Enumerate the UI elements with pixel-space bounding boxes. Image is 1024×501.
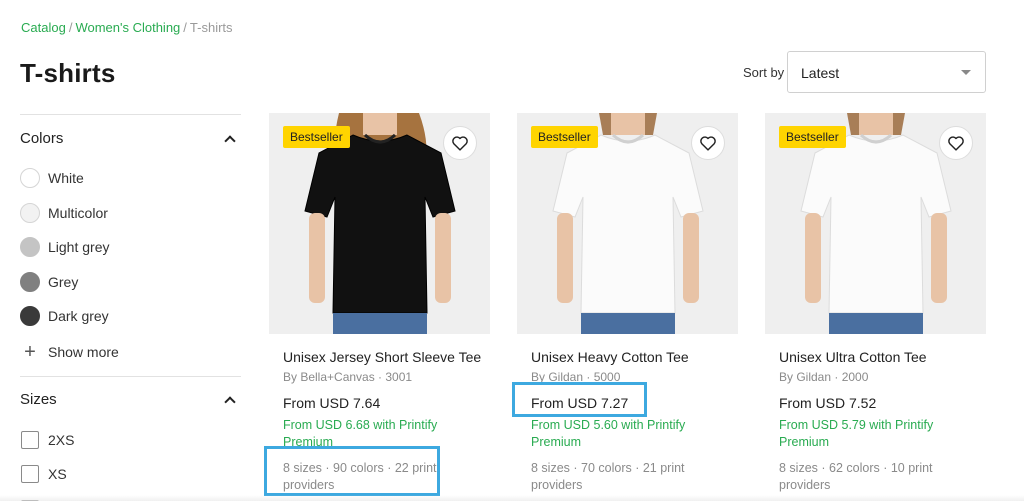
sort-select[interactable]: Latest — [787, 51, 986, 93]
product-meta: 8 sizes · 70 colors · 21 print providers — [531, 461, 685, 492]
show-more-label: Show more — [48, 343, 119, 360]
color-option-label: Grey — [48, 273, 79, 290]
sizes-filter-title: Sizes — [20, 391, 57, 408]
color-option-label: White — [48, 170, 84, 187]
breadcrumb-separator: / — [68, 20, 73, 35]
breadcrumb-link-catalog[interactable]: Catalog — [21, 20, 66, 35]
product-image[interactable]: Bestseller — [517, 113, 738, 334]
product-card[interactable]: Bestseller Unisex Jersey Short Sleeve Te… — [269, 113, 490, 494]
bestseller-badge: Bestseller — [779, 126, 846, 148]
size-option-label: 2XS — [48, 431, 75, 448]
size-checkbox[interactable] — [21, 465, 39, 484]
size-option-2xs[interactable]: 2XS — [20, 423, 241, 458]
product-meta: 8 sizes · 90 colors · 22 print providers — [283, 461, 437, 492]
bottom-fade — [0, 495, 1024, 501]
product-price: From USD 7.52 — [779, 395, 877, 411]
colors-filter-header[interactable]: Colors — [20, 115, 241, 161]
product-premium-price: From USD 5.79 with Printify Premium — [779, 418, 934, 449]
color-swatch[interactable] — [20, 271, 40, 292]
color-swatch[interactable] — [20, 168, 40, 189]
favorite-button[interactable] — [939, 126, 973, 160]
filters-sidebar: Colors White Multicolor Light grey Grey Dark… — [20, 114, 241, 501]
color-swatch[interactable] — [20, 237, 40, 258]
product-premium-price: From USD 5.60 with Printify Premium — [531, 418, 686, 449]
color-option-label: Dark grey — [48, 308, 109, 325]
product-price: From USD 7.27 — [531, 395, 629, 411]
product-price: From USD 7.64 — [283, 395, 381, 411]
color-option-label: Multicolor — [48, 204, 108, 221]
colors-filter-title: Colors — [20, 129, 64, 147]
sizes-filter-header[interactable]: Sizes — [20, 377, 241, 423]
color-option-light-grey[interactable]: Light grey — [20, 230, 241, 265]
size-option-label: XS — [48, 466, 67, 483]
size-checkbox[interactable] — [21, 430, 39, 449]
sort-label: Sort by — [743, 65, 785, 80]
product-name[interactable]: Unisex Jersey Short Sleeve Tee — [283, 349, 490, 365]
color-swatch[interactable] — [20, 202, 40, 223]
product-brand: By Gildan · 2000 — [779, 370, 869, 384]
color-option-white[interactable]: White — [20, 161, 241, 196]
breadcrumb-separator: / — [183, 20, 187, 35]
product-name[interactable]: Unisex Heavy Cotton Tee — [531, 349, 738, 365]
bestseller-badge: Bestseller — [283, 126, 350, 148]
breadcrumb: Catalog / Women's Clothing / T-shirts — [21, 20, 233, 35]
heart-icon — [452, 136, 468, 151]
color-option-label: Light grey — [48, 239, 110, 256]
product-premium-price: From USD 6.68 with Printify Premium — [283, 418, 438, 449]
breadcrumb-current: T-shirts — [189, 20, 233, 35]
chevron-up-icon[interactable] — [224, 134, 236, 147]
product-image[interactable]: Bestseller — [269, 113, 490, 334]
size-option-xs[interactable]: XS — [20, 457, 241, 492]
product-card[interactable]: Bestseller Unisex Heavy Cotton Tee By Gi… — [517, 113, 738, 494]
product-name[interactable]: Unisex Ultra Cotton Tee — [779, 349, 986, 365]
product-brand: By Bella+Canvas · 3001 — [283, 370, 413, 384]
color-option-dark-grey[interactable]: Dark grey — [20, 299, 241, 334]
caret-down-icon — [961, 70, 971, 75]
favorite-button[interactable] — [691, 126, 725, 160]
product-image[interactable]: Bestseller — [765, 113, 986, 334]
show-more-colors-button[interactable]: + Show more — [20, 334, 241, 370]
heart-icon — [700, 136, 716, 151]
product-brand: By Gildan · 5000 — [531, 370, 621, 384]
page-title: T-shirts — [20, 58, 116, 88]
color-options: White Multicolor Light grey Grey Dark grey — [20, 161, 241, 334]
plus-icon: + — [24, 340, 36, 363]
color-option-grey[interactable]: Grey — [20, 265, 241, 300]
heart-icon — [948, 136, 964, 151]
color-option-multicolor[interactable]: Multicolor — [20, 196, 241, 231]
breadcrumb-link-womens-clothing[interactable]: Women's Clothing — [75, 20, 180, 35]
product-card[interactable]: Bestseller Unisex Ultra Cotton Tee By Gi… — [765, 113, 986, 494]
color-swatch[interactable] — [20, 306, 40, 327]
size-options: 2XSXSS — [20, 423, 241, 501]
product-meta: 8 sizes · 62 colors · 10 print providers — [779, 461, 933, 492]
bestseller-badge: Bestseller — [531, 126, 598, 148]
sort-value: Latest — [801, 65, 840, 81]
chevron-up-icon[interactable] — [224, 396, 236, 408]
favorite-button[interactable] — [443, 126, 477, 160]
